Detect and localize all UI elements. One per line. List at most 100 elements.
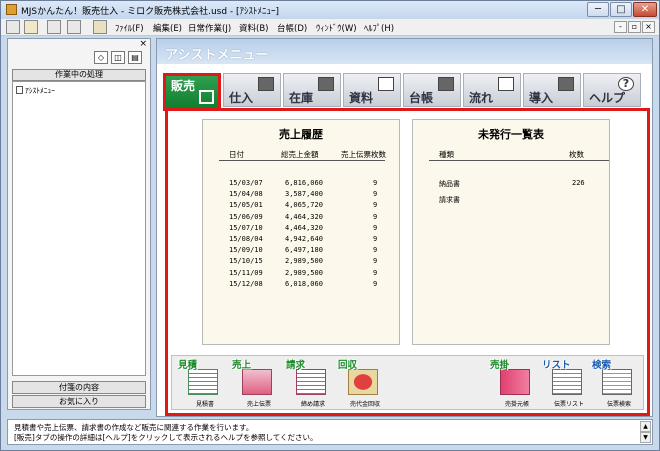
- sales-date-cell: 15/12/08: [229, 279, 263, 288]
- sales-date-cell: 15/11/09: [229, 268, 263, 277]
- sales-amount-cell: 6,497,180: [285, 246, 323, 255]
- scroll-up-icon[interactable]: ▲: [640, 421, 651, 432]
- tab-purchase[interactable]: 仕入: [223, 73, 281, 107]
- col-header-amount: 総売上金額: [281, 150, 319, 159]
- invoice-icon: [296, 369, 326, 395]
- list-item[interactable]: ｱｼｽﾄﾒﾆｭｰ: [16, 85, 55, 96]
- shortcut-tag: 請求: [286, 360, 306, 371]
- binders-icon: [438, 77, 454, 91]
- tab-label: 資料: [349, 91, 374, 105]
- shortcut-bar: 見積 見積書 売上 売上伝票 請求 締め請求 回収 売代金回収 売掛 売掛元帳 …: [171, 355, 644, 410]
- sales-count-cell: 9: [373, 212, 378, 221]
- bookmark-icon[interactable]: ◫: [111, 51, 125, 64]
- shortcut-tag: リスト: [542, 360, 571, 371]
- menu-toggle-icon[interactable]: [6, 20, 20, 34]
- header-divider: [219, 160, 385, 161]
- sales-amount-cell: 6,018,060: [285, 279, 323, 288]
- tab-setup[interactable]: 導入: [523, 73, 581, 107]
- tag-icon[interactable]: ◇: [94, 51, 108, 64]
- boxes-icon: [318, 77, 334, 91]
- print-icon[interactable]: [67, 20, 81, 34]
- menu-window[interactable]: ｳｨﾝﾄﾞｳ(W): [316, 22, 357, 34]
- unissued-title: 未発行一覧表: [478, 128, 544, 141]
- tab-label: 在庫: [289, 91, 314, 105]
- scroll-down-icon[interactable]: ▼: [640, 432, 651, 443]
- sales-count-cell: 9: [373, 223, 378, 232]
- tab-help[interactable]: ? ヘルプ: [583, 73, 641, 107]
- unissued-type[interactable]: 納品書: [439, 179, 460, 189]
- tab-ledger[interactable]: 台帳: [403, 73, 461, 107]
- sales-slip-icon: [242, 369, 272, 395]
- shortcut-tag: 売上: [232, 360, 252, 371]
- favorites-button[interactable]: お気に入り: [12, 395, 146, 408]
- help-book-icon[interactable]: [47, 20, 61, 34]
- shortcut-label: 見積書: [195, 401, 214, 408]
- mdi-restore-button[interactable]: ▫: [628, 21, 641, 33]
- sales-content-frame: 売上履歴 日付 総売上金額 売上伝票枚数 15/03/07 6,816,060 9 1…: [165, 108, 650, 416]
- unissued-type[interactable]: 請求書: [439, 195, 460, 205]
- left-panel-close-icon[interactable]: ×: [139, 39, 147, 49]
- tab-materials[interactable]: 資料: [343, 73, 401, 107]
- import-icon[interactable]: [93, 20, 107, 34]
- sales-history-title: 売上履歴: [279, 128, 323, 141]
- shortcut-label: 締め請求: [300, 401, 325, 408]
- unissued-panel: 未発行一覧表 種類 枚数 納品書 226 請求書: [412, 119, 610, 345]
- notes-content-button[interactable]: 付箋の内容: [12, 381, 146, 394]
- shortcut-label: 売代金回収: [349, 401, 380, 408]
- shortcut-tag: 見積: [178, 360, 198, 371]
- sales-date-cell: 15/07/10: [229, 223, 263, 232]
- sales-amount-cell: 4,942,640: [285, 235, 323, 243]
- maximize-button[interactable]: □: [610, 2, 632, 17]
- window-title: MJSかんたん！販売仕入 - ミロク販売株式会社.usd - [ｱｼｽﾄﾒﾆｭｰ…: [21, 7, 280, 17]
- flowchart-icon: [498, 77, 514, 91]
- menu-file[interactable]: ﾌｧｲﾙ(F): [115, 22, 144, 34]
- mdi-minimize-button[interactable]: -: [614, 21, 627, 33]
- tab-label: 台帳: [409, 91, 434, 105]
- shortcut-receivables-button[interactable]: 売掛 売掛元帳: [488, 357, 546, 410]
- mdi-close-button[interactable]: ×: [642, 21, 655, 33]
- app-window: MJSかんたん！販売仕入 - ミロク販売株式会社.usd - [ｱｼｽﾄﾒﾆｭｰ…: [0, 0, 660, 451]
- download-icon: [558, 77, 574, 91]
- list-item-label: ｱｼｽﾄﾒﾆｭｰ: [25, 86, 55, 95]
- menu-edit[interactable]: 編集(E): [153, 22, 182, 34]
- shortcut-sales-button[interactable]: 売上 売上伝票: [230, 357, 288, 410]
- tab-label: ヘルプ: [589, 91, 626, 105]
- tab-label: 導入: [529, 91, 554, 105]
- col-header-count: 売上伝票枚数: [341, 150, 386, 159]
- menu-help[interactable]: ﾍﾙﾌﾟ(H): [364, 22, 394, 34]
- sales-date-cell: 15/10/15: [229, 257, 263, 266]
- sales-count-cell: 9: [373, 179, 378, 187]
- main-panel: アシストメニュー 販売 仕入 在庫 資料 台帳 流れ 導入 ? ヘルプ 売上履歴…: [156, 38, 653, 417]
- sales-date-cell: 15/04/08: [229, 190, 263, 199]
- in-progress-list: ｱｼｽﾄﾒﾆｭｰ: [12, 81, 146, 376]
- notes-icon[interactable]: ▤: [128, 51, 142, 64]
- sales-count-cell: 9: [373, 257, 378, 266]
- shortcut-tag: 売掛: [490, 360, 510, 371]
- close-button[interactable]: ✕: [633, 2, 657, 17]
- tab-flow[interactable]: 流れ: [463, 73, 521, 107]
- minimize-button[interactable]: ─: [587, 2, 609, 17]
- shortcut-estimate-button[interactable]: 見積 見積書: [176, 357, 234, 410]
- shortcut-slip-search-button[interactable]: 検索 伝票検索: [590, 357, 648, 410]
- shortcut-label: 売掛元帳: [504, 401, 529, 408]
- status-line-2: [販売]タブの操作の詳細は[ヘルプ]をクリックして表示されるヘルプを参照してくだ…: [14, 433, 318, 442]
- spreadsheet-icon: [188, 369, 218, 395]
- sales-count-cell: 9: [373, 235, 378, 243]
- ledger-book-icon: [500, 369, 530, 395]
- document-icon: [16, 86, 23, 94]
- menu-ledger[interactable]: 台帳(D): [277, 22, 307, 34]
- tab-sales[interactable]: 販売: [163, 73, 221, 111]
- menu-daily-work[interactable]: 日常作業(J): [188, 22, 231, 34]
- sales-count-cell: 9: [373, 279, 378, 288]
- shortcut-tag: 回収: [338, 360, 358, 371]
- shortcut-invoice-button[interactable]: 請求 締め請求: [284, 357, 342, 410]
- folder-icon[interactable]: [24, 20, 38, 34]
- menu-materials[interactable]: 資料(B): [239, 22, 268, 34]
- magnifier-icon: [602, 369, 632, 395]
- tab-inventory[interactable]: 在庫: [283, 73, 341, 107]
- sales-date-cell: 15/06/09: [229, 212, 263, 221]
- shortcut-collection-button[interactable]: 回収 売代金回収: [336, 357, 394, 410]
- col-header-date: 日付: [229, 150, 244, 159]
- sales-count-cell: 9: [373, 201, 378, 210]
- tab-label: 販売: [171, 79, 196, 93]
